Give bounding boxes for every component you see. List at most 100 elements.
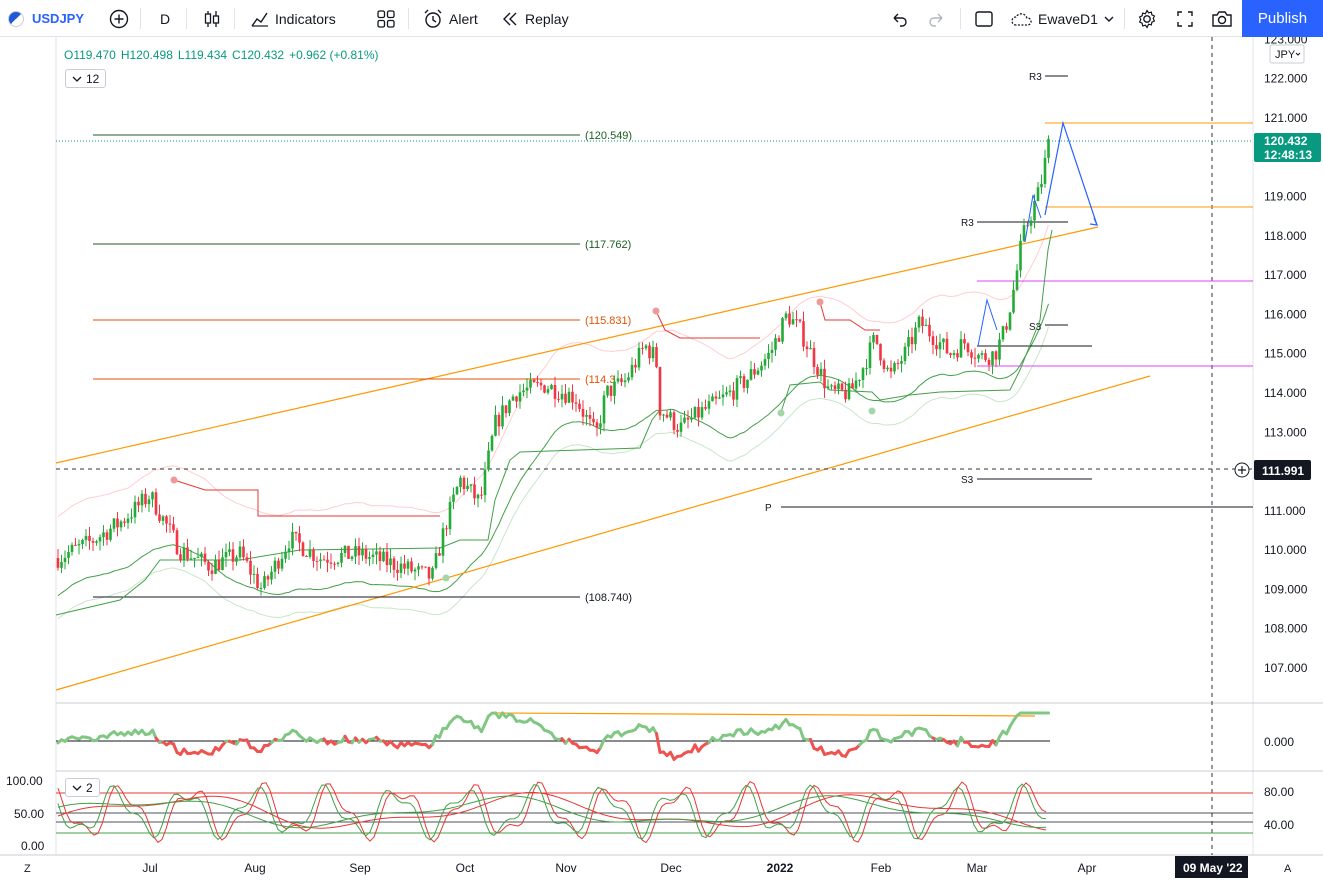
layout-menu-button[interactable] [1102, 0, 1116, 37]
time-axis[interactable]: JulAugSepOctNovDec2022FebMarApr [142, 861, 1096, 875]
trail-red [174, 480, 440, 516]
auto-scale-button[interactable]: A [1284, 863, 1292, 875]
candle-body [711, 396, 714, 401]
candle-body [823, 369, 826, 388]
trail-dot [171, 477, 178, 484]
chart-type-button[interactable] [202, 0, 222, 37]
snapshot-button[interactable] [1211, 0, 1233, 37]
rewind-icon [500, 9, 520, 29]
candle-body [925, 325, 928, 326]
candle-body [102, 532, 105, 537]
price-tick: 122.000 [1264, 72, 1308, 86]
trail-green [781, 230, 1052, 412]
trail-green [56, 410, 660, 615]
channel-upper-line[interactable] [56, 227, 1098, 463]
candle-body [1044, 158, 1047, 184]
candle-body [99, 537, 102, 541]
candle-body [179, 554, 182, 560]
layout-save-button[interactable]: EwaveD1 [1010, 0, 1098, 37]
undo-button[interactable] [889, 0, 909, 37]
candle-body [645, 346, 648, 349]
candle-body [554, 385, 557, 399]
candle-body [547, 389, 550, 393]
redo-icon [927, 9, 947, 29]
candle-body [732, 390, 735, 399]
candle-body [1037, 187, 1040, 201]
indicators-collapse-button[interactable]: 12 [65, 69, 106, 88]
zoom-button[interactable]: Z [24, 863, 31, 875]
candle-body [498, 415, 501, 427]
candle-body [844, 390, 847, 399]
candle-body [652, 347, 655, 358]
redo-button[interactable] [927, 0, 947, 37]
candle-body [424, 567, 427, 568]
candle-body [928, 325, 931, 336]
candle-body [88, 536, 91, 541]
candle-body [57, 558, 60, 568]
flag-icon [8, 11, 24, 27]
candle-body [428, 567, 431, 579]
pane-collapse-button[interactable]: 2 [65, 778, 100, 797]
compare-button[interactable] [108, 0, 130, 37]
gear-icon [1136, 8, 1158, 30]
candle-body [564, 394, 567, 403]
candle-body [890, 368, 893, 372]
candle-body [771, 350, 774, 353]
candle-body [561, 394, 564, 400]
momentum-oscillator [58, 713, 1049, 759]
candle-body [946, 339, 949, 354]
candle-body [662, 415, 665, 416]
candle-body [207, 562, 210, 571]
wave-projection[interactable] [1045, 123, 1097, 225]
interval-button[interactable]: D [160, 0, 170, 37]
candle-body [260, 588, 263, 589]
fullscreen-button[interactable] [1175, 0, 1195, 37]
candle-body [613, 382, 616, 396]
candle-body [491, 436, 494, 451]
price-tick: 121.000 [1264, 111, 1308, 125]
candle-body [382, 552, 385, 562]
candle-body [729, 390, 732, 392]
publish-button[interactable]: Publish [1242, 0, 1323, 37]
templates-button[interactable] [376, 0, 396, 37]
candle-body [186, 548, 189, 560]
time-tick: Dec [660, 861, 681, 875]
open-value: O119.470 [64, 48, 116, 62]
candle-body [505, 405, 508, 413]
candle-body [526, 388, 529, 391]
candle-body [571, 392, 574, 403]
candle-body [256, 574, 259, 588]
replay-button[interactable]: Replay [500, 0, 569, 37]
candle-body [869, 342, 872, 368]
candle-body [221, 557, 224, 570]
ohlc-legend: O119.470 H120.498 L119.434 C120.432 +0.9… [64, 48, 379, 62]
candle-body [778, 338, 781, 342]
alert-button[interactable]: Alert [422, 0, 478, 37]
candle-body [834, 385, 837, 389]
candle-body [452, 494, 455, 502]
candle-body [893, 363, 896, 371]
candle-body [368, 557, 371, 559]
candle-body [74, 545, 77, 546]
candle-body [935, 345, 938, 349]
candle-body [162, 516, 165, 520]
indicators-button[interactable]: Indicators [250, 0, 336, 37]
time-tick: Feb [871, 861, 892, 875]
fullscreen-layout-button[interactable] [974, 0, 994, 37]
chart-area[interactable]: (120.549) (117.762) (115.831) (114.3 (10… [0, 37, 1323, 885]
candle-body [330, 563, 333, 564]
price-axis[interactable]: 123.000122.000121.000119.000118.000117.0… [1264, 37, 1308, 675]
candle-body [1016, 270, 1019, 290]
symbol-search-button[interactable]: USDJPY [8, 0, 84, 37]
candle-body [340, 553, 343, 563]
candle-body [704, 407, 707, 409]
candle-body [736, 378, 739, 399]
candle-body [200, 554, 203, 557]
settings-button[interactable] [1136, 0, 1158, 37]
lower-envelope [58, 327, 1049, 619]
candle-body [403, 564, 406, 569]
chart-canvas[interactable]: (120.549) (117.762) (115.831) (114.3 (10… [0, 37, 1323, 885]
candle-body [515, 397, 518, 402]
countdown-value: 12:48:13 [1264, 148, 1312, 162]
candle-body [858, 380, 861, 381]
